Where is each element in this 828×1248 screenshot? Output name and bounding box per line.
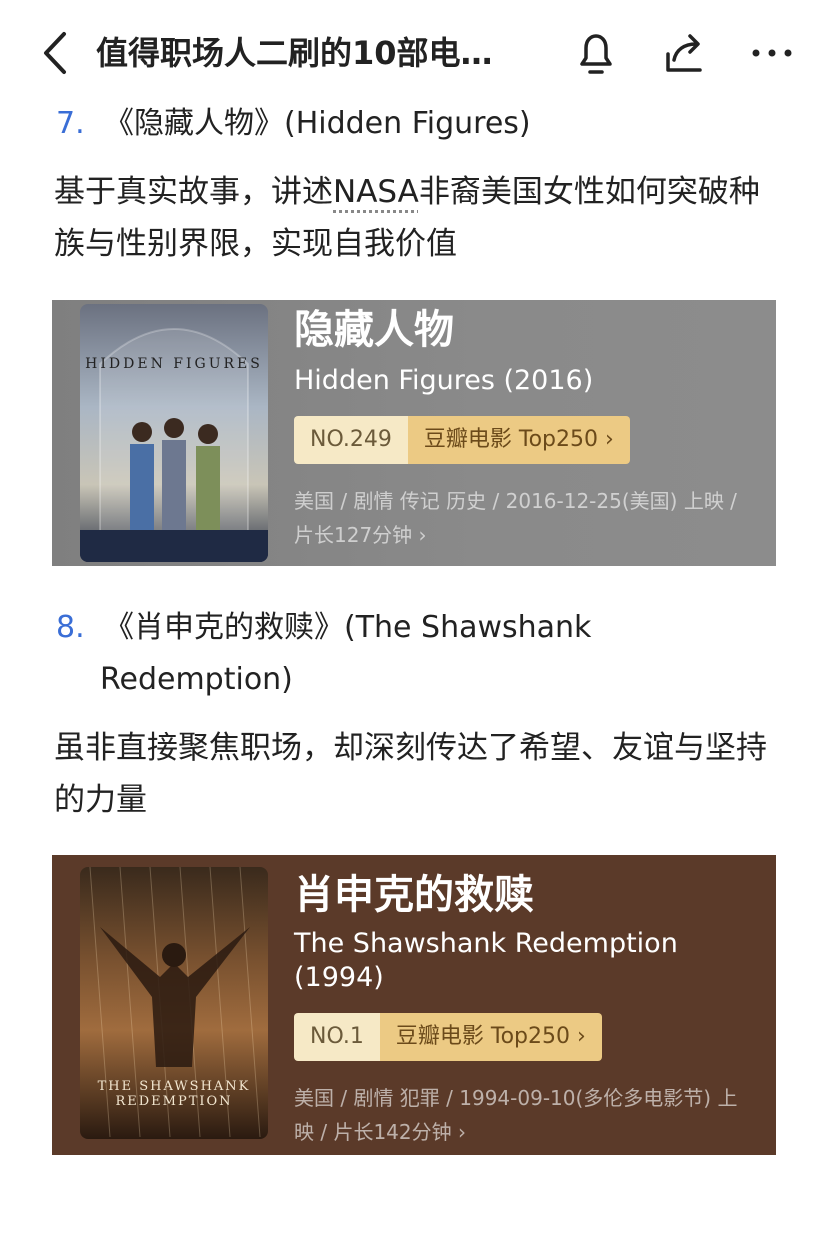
movie-description: 基于真实故事，讲述NASA非裔美国女性如何突破种族与性别界限，实现自我价值 <box>54 166 784 270</box>
card-subtitle: The Shawshank Redemption (1994) <box>294 928 678 993</box>
movie-heading-cont: Redemption) <box>100 662 293 697</box>
nasa-link[interactable]: NASA <box>333 174 419 210</box>
rank-badge[interactable]: NO.249 豆瓣电影 Top250 › <box>294 416 630 464</box>
movie-heading: 《肖申克的救赎》(The Shawshank <box>104 610 592 645</box>
list-number: 8. <box>56 610 85 645</box>
movie-card[interactable]: HIDDEN FIGURES 隐藏人物 Hidden Figures (2016… <box>52 300 776 566</box>
poster-title: THE SHAWSHANK REDEMPTION <box>97 1079 251 1109</box>
rank-badge[interactable]: NO.1 豆瓣电影 Top250 › <box>294 1013 602 1061</box>
movie-card[interactable]: THE SHAWSHANK REDEMPTION 肖申克的救赎 The Shaw… <box>52 855 776 1155</box>
poster-title: HIDDEN FIGURES <box>85 356 263 372</box>
rank-list-link[interactable]: 豆瓣电影 Top250 › <box>379 1013 602 1061</box>
movie-heading: 《隐藏人物》(Hidden Figures) <box>104 106 531 141</box>
list-item-heading: 7. 《隐藏人物》(Hidden Figures) <box>56 98 531 150</box>
movie-meta: 美国 / 剧情 犯罪 / 1994-09-10(多伦多电影节) 上映 / 片长1… <box>294 1086 738 1144</box>
top-nav-bar: 值得职场人二刷的10部电… <box>0 0 828 104</box>
movie-meta: 美国 / 剧情 传记 历史 / 2016-12-25(美国) 上映 / 片长12… <box>294 489 737 547</box>
back-arrow-icon[interactable] <box>36 30 76 76</box>
rank-list-link[interactable]: 豆瓣电影 Top250 › <box>407 416 630 464</box>
movie-poster: HIDDEN FIGURES <box>80 304 268 562</box>
card-subtitle: Hidden Figures (2016) <box>294 365 594 396</box>
share-icon[interactable] <box>660 28 708 78</box>
list-item-heading: 8. 《肖申克的救赎》(The Shawshank <box>56 602 591 654</box>
desc-text: 基于真实故事，讲述 <box>54 174 333 210</box>
card-title: 隐藏人物 <box>294 307 454 353</box>
page-title: 值得职场人二刷的10部电… <box>96 34 493 72</box>
card-title: 肖申克的救赎 <box>294 872 534 918</box>
more-icon[interactable] <box>748 28 796 78</box>
movie-description: 虽非直接聚焦职场，却深刻传达了希望、友谊与坚持的力量 <box>54 730 767 818</box>
rank-number: NO.249 <box>294 416 408 464</box>
rank-number: NO.1 <box>294 1013 380 1061</box>
movie-poster: THE SHAWSHANK REDEMPTION <box>80 867 268 1139</box>
list-number: 7. <box>56 106 85 141</box>
bell-icon[interactable] <box>572 28 620 78</box>
